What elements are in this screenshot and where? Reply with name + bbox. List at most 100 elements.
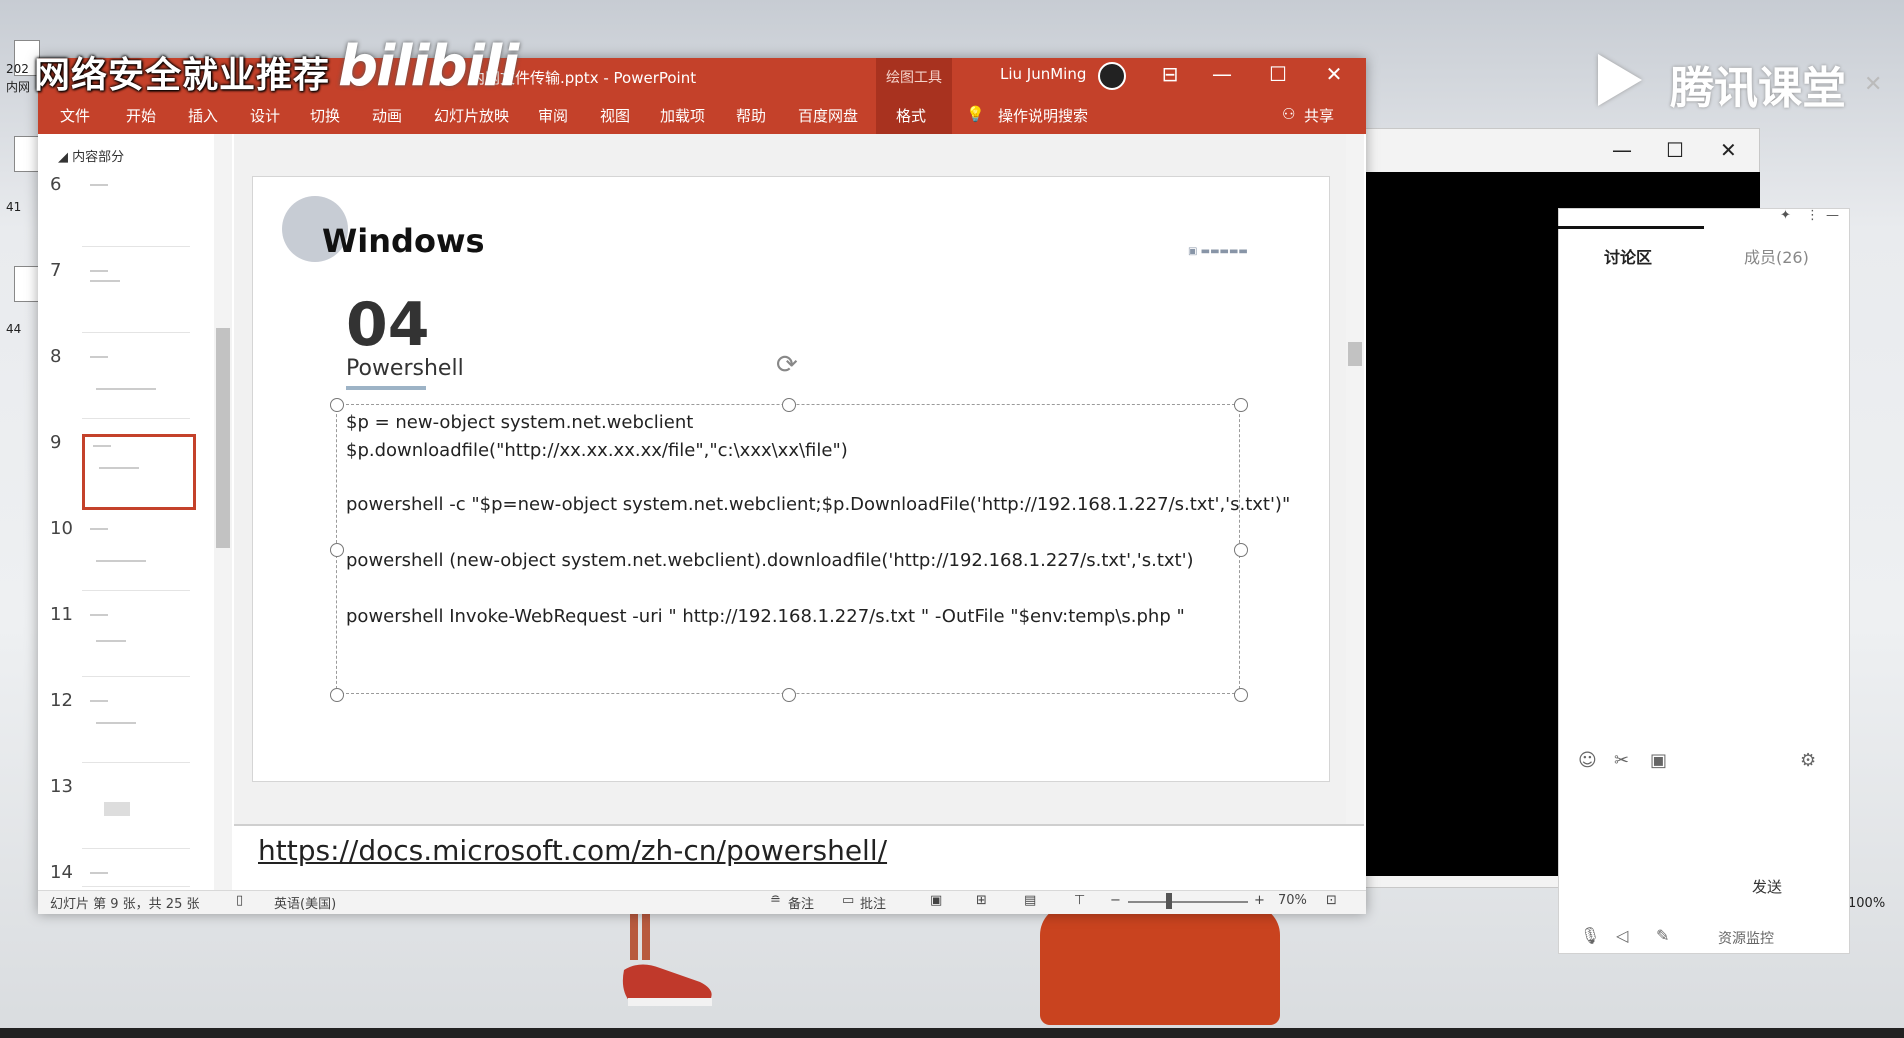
slide-number: 8 <box>50 346 62 367</box>
send-button[interactable]: 发送 <box>1752 876 1782 897</box>
tab-format[interactable]: 格式 <box>896 105 926 126</box>
user-name[interactable]: Liu JunMing <box>1000 65 1086 83</box>
pen-icon[interactable]: ✎ <box>1656 926 1669 945</box>
desktop-file-icon[interactable] <box>14 136 40 172</box>
slide-thumbnail[interactable] <box>82 348 190 419</box>
zoom-slider[interactable] <box>1128 901 1248 903</box>
sneaker-figure <box>620 910 730 1010</box>
normal-view-icon[interactable]: ▣ <box>930 893 942 908</box>
resize-handle[interactable] <box>1234 543 1248 557</box>
slide-sorter-icon[interactable]: ⊞ <box>976 893 987 908</box>
slide-number: 10 <box>50 518 73 539</box>
slide-thumbnail-selected[interactable] <box>82 434 196 510</box>
video-minimize-icon[interactable]: — <box>1612 138 1632 162</box>
tab-file[interactable]: 文件 <box>60 105 90 126</box>
fit-to-window-icon[interactable]: ⊡ <box>1326 893 1337 908</box>
notes-button[interactable]: 备注 <box>788 893 814 912</box>
settings-icon[interactable]: ⚙ <box>1800 750 1816 771</box>
scissors-icon[interactable]: ✂ <box>1614 750 1629 771</box>
tab-addins[interactable]: 加载项 <box>660 105 705 126</box>
tab-review[interactable]: 审阅 <box>538 105 568 126</box>
slide-thumbnail[interactable] <box>82 176 190 247</box>
section-number[interactable]: 04 <box>346 290 430 360</box>
zoom-slider-handle[interactable] <box>1166 893 1172 909</box>
tab-help[interactable]: 帮助 <box>736 105 766 126</box>
spellcheck-icon[interactable]: ▯ <box>236 893 243 908</box>
avatar[interactable] <box>1098 62 1126 90</box>
tell-me-search[interactable]: 操作说明搜索 <box>998 105 1088 126</box>
code-line: $p = new-object system.net.webclient <box>346 412 694 433</box>
video-close-icon[interactable]: ✕ <box>1720 138 1737 162</box>
microphone-icon[interactable]: 🎙 <box>1580 926 1600 945</box>
slide-scrollbar[interactable] <box>1346 134 1364 824</box>
slide-thumbnail[interactable] <box>82 262 190 333</box>
slide-thumbnail[interactable] <box>82 864 190 887</box>
tab-members[interactable]: 成员(26) <box>1744 244 1809 268</box>
zoom-in-icon[interactable]: + <box>1254 893 1265 908</box>
comments-icon[interactable]: ▭ <box>842 893 854 908</box>
section-title[interactable]: ◢ 内容部分 <box>58 146 124 165</box>
tab-slideshow[interactable]: 幻灯片放映 <box>434 105 509 126</box>
code-line: powershell -c "$p=new-object system.net.… <box>346 494 1291 515</box>
minimize-icon[interactable]: — <box>1202 62 1242 86</box>
notes-icon[interactable]: ≘ <box>770 893 781 908</box>
share-button[interactable]: 共享 <box>1304 105 1334 126</box>
notes-link[interactable]: https://docs.microsoft.com/zh-cn/powersh… <box>258 834 887 867</box>
tab-insert[interactable]: 插入 <box>188 105 218 126</box>
rotate-handle-icon[interactable]: ⟳ <box>776 350 798 380</box>
language-indicator[interactable]: 英语(美国) <box>274 893 336 912</box>
zoom-level[interactable]: 70% <box>1278 893 1307 908</box>
more-icon[interactable]: ⋮ <box>1806 208 1819 223</box>
desktop-icon-label: 内网 <box>6 80 31 94</box>
tab-design[interactable]: 设计 <box>250 105 280 126</box>
tab-transitions[interactable]: 切换 <box>310 105 340 126</box>
emoji-icon[interactable]: ☺ <box>1578 750 1597 771</box>
zoom-out-icon[interactable]: − <box>1110 893 1121 908</box>
reading-view-icon[interactable]: ▤ <box>1024 893 1036 908</box>
section-label: 内容部分 <box>72 150 125 165</box>
resource-monitor-label[interactable]: 资源监控 <box>1718 928 1774 948</box>
resize-handle[interactable] <box>1234 398 1248 412</box>
resize-handle[interactable] <box>782 688 796 702</box>
code-line: powershell Invoke-WebRequest -uri " http… <box>346 606 1185 627</box>
slide-thumbnail[interactable] <box>82 692 190 763</box>
video-maximize-icon[interactable]: ☐ <box>1666 138 1684 162</box>
red-figure <box>1040 905 1280 1025</box>
resize-handle[interactable] <box>330 543 344 557</box>
comments-button[interactable]: 批注 <box>860 893 886 912</box>
tencent-classroom-logo: 腾讯课堂 <box>1670 63 1846 114</box>
pin-icon[interactable]: ✦ <box>1780 208 1791 223</box>
drawing-tools-label: 绘图工具 <box>876 58 952 98</box>
tab-baidu-netdisk[interactable]: 百度网盘 <box>798 105 858 126</box>
slide-scroll-thumb[interactable] <box>1348 342 1362 366</box>
slide-number: 6 <box>50 174 62 195</box>
resize-handle[interactable] <box>1234 688 1248 702</box>
slide-thumbnail[interactable] <box>82 778 190 849</box>
slide-title[interactable]: Windows <box>322 222 485 260</box>
close-icon[interactable]: ✕ <box>1314 62 1354 86</box>
slide-number: 9 <box>50 432 62 453</box>
resize-handle[interactable] <box>782 398 796 412</box>
speaker-icon[interactable]: ◁ <box>1616 926 1628 945</box>
thumbnails-scroll-thumb[interactable] <box>216 328 230 548</box>
classroom-close-icon[interactable]: ✕ <box>1864 72 1882 97</box>
panel-minimize-icon[interactable]: — <box>1826 208 1839 223</box>
slideshow-icon[interactable]: ⊤ <box>1074 893 1085 908</box>
tab-view[interactable]: 视图 <box>600 105 630 126</box>
desktop-file-icon[interactable] <box>14 266 40 302</box>
slide-thumbnail[interactable] <box>82 606 190 677</box>
slide-counter: 幻灯片 第 9 张，共 25 张 <box>50 897 200 912</box>
ribbon-display-icon[interactable]: ⊟ <box>1150 62 1190 86</box>
section-subtitle[interactable]: Powershell <box>346 356 464 381</box>
bilibili-logo: bilibili <box>338 34 519 99</box>
maximize-icon[interactable]: ☐ <box>1258 62 1298 86</box>
tab-home[interactable]: 开始 <box>126 105 156 126</box>
tab-animations[interactable]: 动画 <box>372 105 402 126</box>
resize-handle[interactable] <box>330 688 344 702</box>
image-icon[interactable]: ▣ <box>1650 750 1667 771</box>
discussion-panel <box>1558 208 1850 954</box>
resize-handle[interactable] <box>330 398 344 412</box>
slide-number: 12 <box>50 690 73 711</box>
tab-discussion[interactable]: 讨论区 <box>1604 244 1652 268</box>
slide-thumbnail[interactable] <box>82 520 190 591</box>
